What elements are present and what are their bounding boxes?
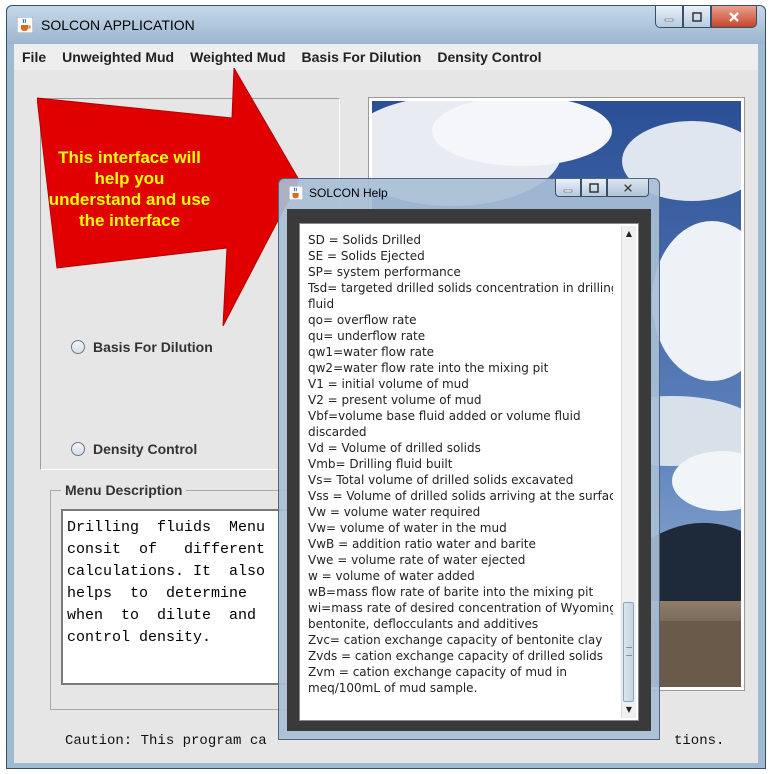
help-line: Vmb= Drilling fluid built: [308, 457, 453, 471]
help-line: Vbf=volume base fluid added or volume fl…: [308, 409, 581, 423]
maximize-button[interactable]: [683, 6, 711, 28]
minimize-icon: [664, 18, 674, 21]
close-icon: [624, 183, 632, 192]
help-line: Zvc= cation exchange capacity of bentoni…: [308, 633, 603, 647]
help-line: Vw= volume of water in the mud: [308, 521, 507, 535]
help-line: Vs= Total volume of drilled solids excav…: [308, 473, 574, 487]
caution-text-end: tions.: [674, 733, 725, 749]
help-window-controls: [555, 179, 649, 197]
minimize-icon: [563, 189, 573, 192]
menu-description-panel: Menu Description Drilling fluids Menu co…: [50, 482, 312, 710]
help-close-button[interactable]: [607, 179, 649, 197]
help-line: wi=mass rate of desired concentration of…: [308, 601, 613, 615]
help-line: V2 = present volume of mud: [308, 393, 482, 407]
caution-text: Caution: This program ca: [65, 733, 267, 749]
scroll-down-arrow-icon[interactable]: ▼: [623, 704, 635, 716]
radio-density-control[interactable]: Density Control: [71, 441, 197, 457]
window-title: SOLCON APPLICATION: [41, 17, 195, 33]
help-line: qw1=water flow rate: [308, 345, 435, 359]
menu-description-title: Menu Description: [61, 482, 187, 498]
callout-text: This interface will help you understand …: [48, 148, 211, 230]
help-line: fluid: [308, 297, 335, 311]
radio-basis-for-dilution[interactable]: Basis For Dilution: [71, 339, 213, 355]
scrollbar-thumb[interactable]: [623, 602, 634, 702]
help-window: SOLCON Help SD = Solids Drilled SE = Soli…: [278, 178, 660, 740]
help-minimize-button[interactable]: [555, 179, 581, 197]
help-line: Vss = Volume of drilled solids arriving …: [308, 489, 613, 503]
menu-weighted-mud[interactable]: Weighted Mud: [182, 49, 293, 65]
help-line: qu= underflow rate: [308, 329, 426, 343]
window-controls: [655, 6, 757, 28]
help-window-title: SOLCON Help: [309, 186, 388, 200]
radio-button[interactable]: [71, 340, 85, 354]
scrollbar-grip-icon: [626, 647, 632, 656]
help-glossary: SD = Solids Drilled SE = Solids Ejected SP…: [308, 232, 613, 696]
help-line: SE = Solids Ejected: [308, 249, 425, 263]
menu-basis-for-dilution[interactable]: Basis For Dilution: [294, 49, 430, 65]
help-line: meq/100mL of mud sample.: [308, 681, 478, 695]
help-line: bentonite, deflocculants and additives: [308, 617, 539, 631]
help-line: SP= system performance: [308, 265, 461, 279]
radio-label: Density Control: [93, 441, 198, 457]
radio-label: Basis For Dilution: [93, 339, 213, 355]
help-line: SD = Solids Drilled: [308, 233, 422, 247]
help-line: Vw = volume water required: [308, 505, 481, 519]
maximize-icon: [589, 182, 599, 193]
help-line: VwB = addition ratio water and barite: [308, 537, 536, 551]
java-cup-icon: [17, 17, 33, 33]
radio-button[interactable]: [71, 442, 85, 456]
menu-unweighted-mud[interactable]: Unweighted Mud: [54, 49, 182, 65]
help-line: w = volume of water added: [308, 569, 475, 583]
menu-description-text: Drilling fluids Menu consit of different…: [61, 509, 309, 685]
java-cup-icon: [289, 186, 303, 200]
help-maximize-button[interactable]: [581, 179, 607, 197]
help-line: Tsd= targeted drilled solids concentrati…: [308, 281, 613, 295]
help-line: V1 = initial volume of mud: [308, 377, 469, 391]
help-line: qw2=water flow rate into the mixing pit: [308, 361, 549, 375]
help-content-area: SD = Solids Drilled SE = Solids Ejected SP…: [287, 209, 651, 731]
help-line: Vd = Volume of drilled solids: [308, 441, 481, 455]
close-icon: [729, 11, 739, 22]
menu-density-control[interactable]: Density Control: [429, 49, 549, 65]
help-line: Vwe = volume rate of water ejected: [308, 553, 526, 567]
help-title-bar[interactable]: SOLCON Help: [279, 179, 659, 209]
close-button[interactable]: [711, 6, 757, 28]
main-title-bar[interactable]: SOLCON APPLICATION: [7, 6, 765, 44]
help-scrollbar[interactable]: ▲ ▼: [621, 226, 636, 718]
help-line: qo= overflow rate: [308, 313, 417, 327]
help-line: discarded: [308, 425, 367, 439]
maximize-icon: [692, 11, 702, 22]
menu-bar: File Unweighted Mud Weighted Mud Basis F…: [14, 44, 758, 70]
minimize-button[interactable]: [655, 6, 683, 28]
help-line: Zvm = cation exchange capacity of mud in: [308, 665, 568, 679]
help-text-area[interactable]: SD = Solids Drilled SE = Solids Ejected SP…: [299, 223, 639, 721]
help-line: Zvds = cation exchange capacity of drill…: [308, 649, 604, 663]
help-line: wB=mass flow rate of barite into the mix…: [308, 585, 594, 599]
scroll-up-arrow-icon[interactable]: ▲: [623, 228, 635, 240]
menu-file[interactable]: File: [14, 49, 54, 65]
